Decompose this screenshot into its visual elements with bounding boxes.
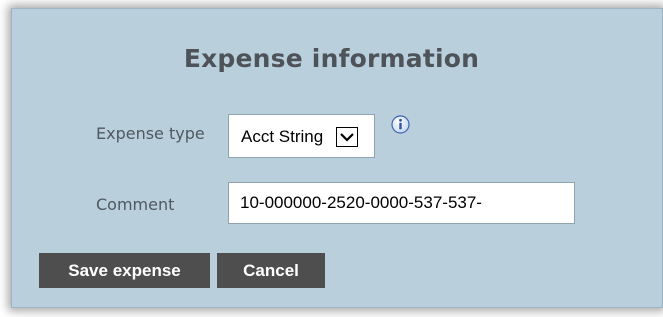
cancel-button[interactable]: Cancel bbox=[217, 253, 325, 288]
expense-type-selected-value: Acct String bbox=[241, 127, 324, 146]
chevron-down-icon[interactable] bbox=[336, 127, 358, 147]
save-expense-button[interactable]: Save expense bbox=[39, 253, 210, 288]
expense-type-select[interactable]: Acct String bbox=[228, 114, 375, 158]
dialog-title: Expense information bbox=[183, 44, 480, 73]
info-icon[interactable] bbox=[391, 115, 410, 134]
comment-input[interactable]: 10-000000-2520-0000-537-537- bbox=[228, 182, 575, 224]
comment-label: Comment bbox=[96, 195, 175, 214]
expense-type-label: Expense type bbox=[96, 124, 205, 143]
